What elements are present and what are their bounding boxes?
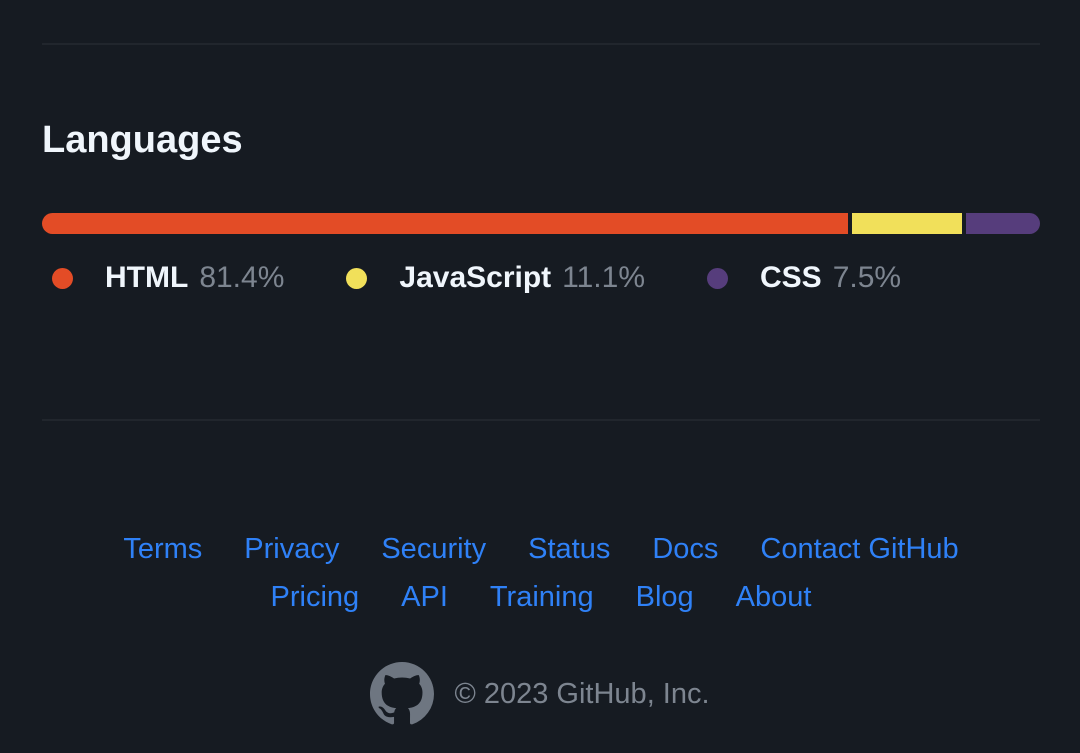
footer-links-row-1: Terms Privacy Security Status Docs Conta… [42,527,1040,571]
github-mark-icon[interactable] [370,662,435,726]
footer-link-security[interactable]: Security [381,527,486,571]
language-item-css[interactable]: CSS 7.5% [707,261,901,295]
language-name: CSS [760,261,822,294]
language-bar-segment-css [965,213,1040,234]
footer-links-row-2: Pricing API Training Blog About [42,575,1040,619]
language-legend: HTML 81.4% JavaScript 11.1% CSS 7.5% [52,256,963,300]
footer-copyright: © 2023 GitHub, Inc. [0,662,1080,726]
footer-link-blog[interactable]: Blog [636,575,694,619]
section-divider-footer [42,419,1040,421]
footer-link-privacy[interactable]: Privacy [244,527,339,571]
footer-link-status[interactable]: Status [528,527,610,571]
language-dot-icon [707,267,728,289]
footer-link-docs[interactable]: Docs [652,527,718,571]
language-percent: 81.4% [199,261,285,294]
language-item-javascript[interactable]: JavaScript 11.1% [346,261,645,295]
footer-link-contact-github[interactable]: Contact GitHub [760,527,958,571]
footer-link-about[interactable]: About [736,575,812,619]
languages-heading: Languages [42,119,243,161]
language-name: HTML [105,261,189,294]
copyright-text: © 2023 GitHub, Inc. [454,677,710,710]
language-bar-segment-javascript [851,213,962,234]
footer-link-pricing[interactable]: Pricing [271,575,360,619]
language-dot-icon [346,267,368,289]
language-bar-segment-html [42,213,848,234]
language-name: JavaScript [399,261,552,294]
language-percent: 11.1% [562,261,645,294]
footer-link-training[interactable]: Training [490,575,594,619]
section-divider-top [42,43,1040,45]
language-percent: 7.5% [832,261,902,294]
footer-link-api[interactable]: API [401,575,448,619]
language-progress-bar [42,213,1040,234]
language-item-html[interactable]: HTML 81.4% [52,261,284,295]
language-dot-icon [52,267,73,289]
footer-link-terms[interactable]: Terms [123,527,202,571]
